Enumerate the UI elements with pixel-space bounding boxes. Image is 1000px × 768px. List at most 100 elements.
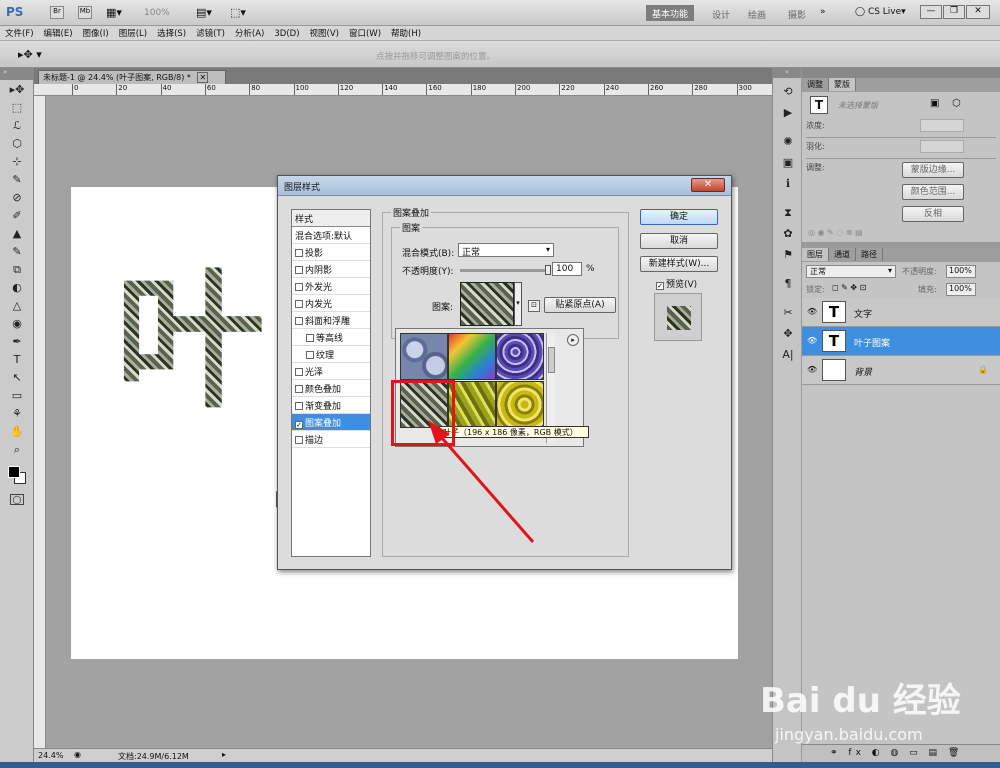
actions-icon[interactable]: ▶ xyxy=(779,105,797,120)
preview-checkbox[interactable]: ✓ 预览(V) xyxy=(656,277,697,290)
history-icon[interactable]: ⟲ xyxy=(779,84,797,99)
close-window-button[interactable]: ✕ xyxy=(966,5,990,19)
status-arrow-icon[interactable]: ▸ xyxy=(222,750,226,759)
tab-paths[interactable]: 路径 xyxy=(856,248,883,261)
style-item[interactable]: ✓ 图案叠加 xyxy=(292,414,370,431)
blend-mode-select[interactable]: 正常 ▾ xyxy=(458,243,554,258)
snap-origin-button[interactable]: 贴紧原点(A) xyxy=(544,297,616,313)
style-item[interactable]: 渐变叠加 xyxy=(292,397,370,414)
eye-icon[interactable]: 👁 xyxy=(807,307,818,316)
character-icon[interactable]: A| xyxy=(779,347,797,362)
minibridge-icon[interactable]: Mb xyxy=(78,6,92,19)
foreground-color[interactable] xyxy=(8,466,20,478)
tool-14-icon[interactable]: ✒ xyxy=(6,333,28,350)
move-tool-preset-icon[interactable]: ▸✥ ▾ xyxy=(18,48,42,61)
tool-6-icon[interactable]: ⊘ xyxy=(6,189,28,206)
tool-3-icon[interactable]: ⬡ xyxy=(6,135,28,152)
paragraph-icon[interactable]: ¶ xyxy=(779,276,797,291)
styles-header[interactable]: 样式 xyxy=(292,210,370,227)
tool-2-icon[interactable]: ℒ xyxy=(6,117,28,134)
cancel-button[interactable]: 取消 xyxy=(640,233,718,249)
vector-mask-icon[interactable]: ⬡ xyxy=(952,98,961,109)
new-preset-icon[interactable]: ⊡ xyxy=(528,300,540,312)
tab-masks[interactable]: 蒙版 xyxy=(829,78,856,91)
tool-1-icon[interactable]: ⬚ xyxy=(6,99,28,116)
workspace-essentials[interactable]: 基本功能 xyxy=(646,5,695,21)
style-checkbox[interactable] xyxy=(295,436,303,444)
layer-name[interactable]: 背景 xyxy=(854,365,872,378)
tool-19-icon[interactable]: ✋ xyxy=(6,423,28,440)
tool-11-icon[interactable]: ◐ xyxy=(6,279,28,296)
bridge-icon[interactable]: Br xyxy=(50,6,64,19)
tool-16-icon[interactable]: ↖ xyxy=(6,369,28,386)
color-swatches[interactable] xyxy=(8,466,26,484)
pattern-swatch[interactable] xyxy=(460,282,514,326)
tool-5-icon[interactable]: ✎ xyxy=(6,171,28,188)
minimize-button[interactable]: — xyxy=(920,5,942,19)
adjust-icon[interactable]: ✺ xyxy=(779,134,797,149)
preview-check[interactable]: ✓ xyxy=(656,282,664,290)
feather-input[interactable] xyxy=(920,140,964,153)
dialog-close-button[interactable]: ✕ xyxy=(691,178,725,192)
dialog-titlebar[interactable]: 图层样式 xyxy=(278,176,731,196)
pattern-flowers[interactable] xyxy=(496,333,544,380)
style-item[interactable]: 等高线 xyxy=(292,329,370,346)
style-checkbox[interactable] xyxy=(306,334,314,342)
arrange-docs-icon[interactable]: ▤▾ xyxy=(196,6,212,19)
menu-view[interactable]: 视图(V) xyxy=(305,26,344,39)
swatches-icon[interactable]: ✥ xyxy=(779,326,797,341)
style-checkbox[interactable] xyxy=(295,385,303,393)
pixel-mask-icon[interactable]: ▣ xyxy=(930,98,939,109)
close-tab-icon[interactable]: ✕ xyxy=(197,72,209,83)
style-checkbox[interactable] xyxy=(295,249,303,257)
tool-12-icon[interactable]: △ xyxy=(6,297,28,314)
tool-20-icon[interactable]: ⌕ xyxy=(6,441,28,458)
color-range-button[interactable]: 颜色范围... xyxy=(902,184,964,200)
tool-18-icon[interactable]: ⚘ xyxy=(6,405,28,422)
status-zoom[interactable]: 24.4% xyxy=(38,751,63,760)
eye-icon[interactable]: 👁 xyxy=(807,336,818,345)
style-item[interactable]: 光泽 xyxy=(292,363,370,380)
menu-layer[interactable]: 图层(L) xyxy=(114,26,152,39)
opacity-slider[interactable] xyxy=(460,269,548,272)
menu-3d[interactable]: 3D(D) xyxy=(269,28,304,39)
style-checkbox[interactable] xyxy=(306,351,314,359)
workspace-painting[interactable]: 绘画 xyxy=(748,8,766,21)
styles-icon[interactable]: ✂ xyxy=(779,305,797,320)
tool-0-icon[interactable]: ▸✥ xyxy=(6,81,28,98)
style-checkbox[interactable] xyxy=(295,402,303,410)
density-input[interactable] xyxy=(920,119,964,132)
style-checkbox[interactable]: ✓ xyxy=(295,421,303,429)
menu-image[interactable]: 图像(I) xyxy=(78,26,114,39)
mask-edge-button[interactable]: 蒙版边缘... xyxy=(902,162,964,178)
layer-name[interactable]: 文字 xyxy=(854,307,872,320)
menu-filter[interactable]: 滤镜(T) xyxy=(191,26,230,39)
blending-options[interactable]: 混合选项:默认 xyxy=(292,227,370,244)
ok-button[interactable]: 确定 xyxy=(640,209,718,225)
menu-window[interactable]: 窗口(W) xyxy=(344,26,386,39)
layer-row[interactable]: 👁 背景 🔒 xyxy=(802,356,1000,385)
style-item[interactable]: 内阴影 xyxy=(292,261,370,278)
menu-analysis[interactable]: 分析(A) xyxy=(230,26,269,39)
brush-presets-icon[interactable]: ⧗ xyxy=(779,205,797,220)
opacity-input[interactable]: 100 xyxy=(552,262,582,276)
menu-help[interactable]: 帮助(H) xyxy=(386,26,426,39)
tool-15-icon[interactable]: T xyxy=(6,351,28,368)
screen-mode-icon[interactable]: ⬚▾ xyxy=(230,6,246,19)
lock-icons[interactable]: ◻ ✎ ✥ ⊡ xyxy=(832,283,866,292)
menu-file[interactable]: 文件(F) xyxy=(0,26,39,39)
invert-button[interactable]: 反相 xyxy=(902,206,964,222)
opacity-slider-thumb[interactable] xyxy=(545,265,551,275)
fill-input[interactable]: 100% xyxy=(946,283,976,296)
style-checkbox[interactable] xyxy=(295,300,303,308)
masks-footer-icons[interactable]: ◎ ◉ ✎ ◌ ⊗ ▤ xyxy=(802,226,1000,242)
layer-row[interactable]: 👁 T 叶子图案 xyxy=(802,327,1000,356)
new-style-button[interactable]: 新建样式(W)... xyxy=(640,256,718,272)
workspace-photography[interactable]: 摄影 xyxy=(788,8,806,21)
style-checkbox[interactable] xyxy=(295,266,303,274)
workspace-design[interactable]: 设计 xyxy=(712,8,730,21)
layers-footer-icons[interactable]: ⚭ fx ◐ ◍ ▭ ▤ 🗑 xyxy=(802,744,1000,762)
tool-8-icon[interactable]: ▲ xyxy=(6,225,28,242)
clone-source-icon[interactable]: ✿ xyxy=(779,226,797,241)
style-item[interactable]: 外发光 xyxy=(292,278,370,295)
